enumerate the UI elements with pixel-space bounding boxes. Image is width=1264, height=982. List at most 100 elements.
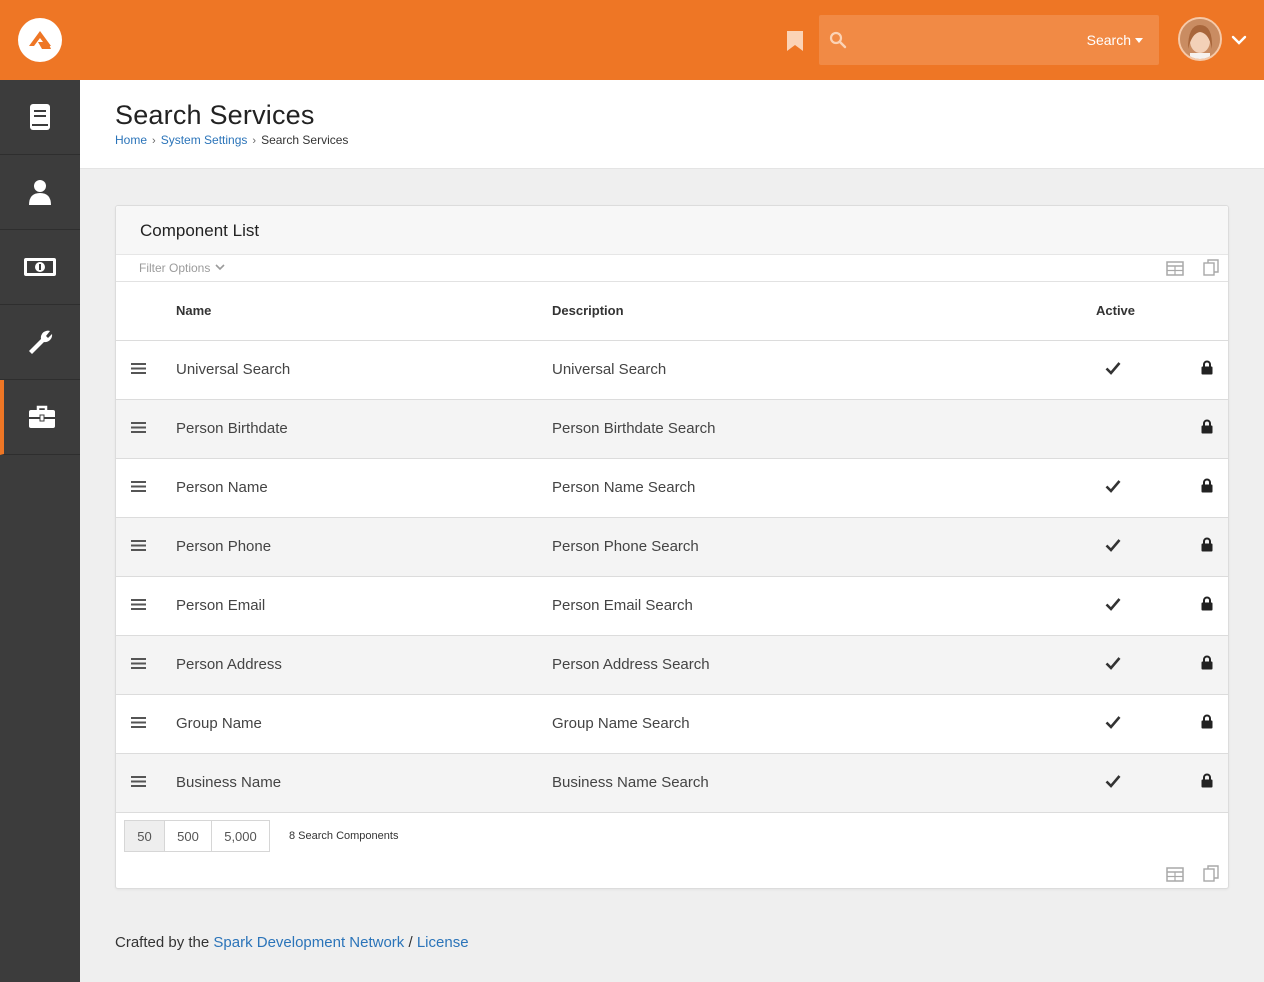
component-table: Name Description Active Universal Search…	[116, 282, 1228, 813]
person-icon	[29, 180, 51, 205]
reorder-icon	[131, 657, 146, 669]
sidebar-item-tools[interactable]	[0, 305, 80, 380]
search-type-dropdown[interactable]: Search	[1087, 32, 1143, 48]
security-button[interactable]	[1146, 576, 1228, 636]
sidebar-item-finance[interactable]	[0, 230, 80, 305]
panel-title: Component List	[140, 221, 260, 240]
footer-license-link[interactable]: License	[417, 934, 469, 951]
check-icon	[1105, 715, 1121, 729]
drag-handle[interactable]	[116, 635, 176, 695]
breadcrumb-system-settings[interactable]: System Settings	[161, 133, 248, 147]
cell-description: Person Phone Search	[552, 517, 1096, 577]
cell-active	[1096, 340, 1146, 400]
drag-handle[interactable]	[116, 694, 176, 754]
column-header-name[interactable]: Name	[176, 282, 552, 341]
drag-handle[interactable]	[116, 753, 176, 813]
lock-icon	[1201, 537, 1213, 552]
drag-handle[interactable]	[116, 399, 176, 459]
security-button[interactable]	[1146, 517, 1228, 577]
avatar[interactable]	[1178, 17, 1222, 61]
rock-logo[interactable]	[18, 18, 62, 62]
column-header-description[interactable]: Description	[552, 282, 1096, 341]
page-size-50[interactable]: 50	[124, 820, 165, 852]
check-icon	[1105, 656, 1121, 670]
lock-icon	[1201, 478, 1213, 493]
security-button[interactable]	[1146, 694, 1228, 754]
page-size-5000[interactable]: 5,000	[211, 820, 270, 852]
bookmark-icon[interactable]	[786, 30, 804, 52]
copy-icon[interactable]	[1203, 259, 1219, 276]
cell-description: Business Name Search	[552, 753, 1096, 813]
footer-separator: /	[408, 934, 413, 951]
sidebar-item-content[interactable]	[0, 80, 80, 155]
column-header-active[interactable]: Active	[1096, 282, 1146, 341]
briefcase-icon	[29, 405, 55, 428]
security-button[interactable]	[1146, 399, 1228, 459]
excel-export-icon[interactable]	[1166, 867, 1184, 882]
sidebar-item-admin[interactable]	[0, 380, 80, 455]
reorder-icon	[131, 775, 146, 787]
check-icon	[1105, 597, 1121, 611]
check-icon	[1105, 774, 1121, 788]
drag-handle[interactable]	[116, 576, 176, 636]
breadcrumb: Home › System Settings › Search Services	[115, 133, 348, 147]
reorder-icon	[131, 362, 146, 374]
lock-icon	[1201, 360, 1213, 375]
search-icon	[829, 31, 847, 49]
item-count: 8 Search Components	[289, 830, 399, 842]
check-icon	[1105, 361, 1121, 375]
reorder-icon	[131, 480, 146, 492]
book-icon	[30, 104, 50, 130]
security-button[interactable]	[1146, 753, 1228, 813]
check-icon	[1105, 538, 1121, 552]
drag-handle[interactable]	[116, 458, 176, 518]
table-row[interactable]: Person Birthdate Person Birthdate Search	[116, 399, 1228, 459]
cell-active	[1096, 694, 1146, 754]
footer-spark-link[interactable]: Spark Development Network	[213, 934, 404, 951]
table-row[interactable]: Group Name Group Name Search	[116, 694, 1228, 754]
excel-export-icon[interactable]	[1166, 261, 1184, 276]
cell-name: Person Name	[176, 458, 552, 518]
reorder-icon	[131, 716, 146, 728]
cell-active	[1096, 576, 1146, 636]
chevron-down-icon	[215, 264, 225, 271]
security-button[interactable]	[1146, 635, 1228, 695]
cell-description: Universal Search	[552, 340, 1096, 400]
copy-icon[interactable]	[1203, 865, 1219, 882]
security-button[interactable]	[1146, 458, 1228, 518]
drag-handle[interactable]	[116, 340, 176, 400]
table-row[interactable]: Universal Search Universal Search	[116, 340, 1228, 400]
footer-prefix: Crafted by the	[115, 934, 210, 951]
search-box[interactable]: Search	[819, 15, 1159, 65]
lock-icon	[1201, 655, 1213, 670]
lock-icon	[1201, 419, 1213, 434]
cell-name: Business Name	[176, 753, 552, 813]
cell-name: Person Phone	[176, 517, 552, 577]
table-row[interactable]: Person Name Person Name Search	[116, 458, 1228, 518]
table-row[interactable]: Person Email Person Email Search	[116, 576, 1228, 636]
page-size-selector: 50 500 5,000	[124, 820, 270, 852]
drag-handle[interactable]	[116, 517, 176, 577]
table-row[interactable]: Person Phone Person Phone Search	[116, 517, 1228, 577]
cell-description: Group Name Search	[552, 694, 1096, 754]
lock-icon	[1201, 596, 1213, 611]
caret-down-icon	[1135, 38, 1143, 43]
money-icon	[24, 258, 56, 276]
security-button[interactable]	[1146, 340, 1228, 400]
chevron-down-icon[interactable]	[1231, 32, 1247, 48]
breadcrumb-home[interactable]: Home	[115, 133, 147, 147]
cell-description: Person Address Search	[552, 635, 1096, 695]
cell-active	[1096, 458, 1146, 518]
lock-icon	[1201, 714, 1213, 729]
cell-name: Person Email	[176, 576, 552, 636]
page-size-500[interactable]: 500	[164, 820, 212, 852]
search-type-label: Search	[1086, 32, 1131, 48]
cell-description: Person Birthdate Search	[552, 399, 1096, 459]
table-row[interactable]: Person Address Person Address Search	[116, 635, 1228, 695]
check-icon	[1105, 479, 1121, 493]
sidebar-item-people[interactable]	[0, 155, 80, 230]
wrench-icon	[29, 330, 53, 354]
filter-options-toggle[interactable]: Filter Options	[139, 261, 225, 275]
cell-name: Universal Search	[176, 340, 552, 400]
table-row[interactable]: Business Name Business Name Search	[116, 753, 1228, 813]
